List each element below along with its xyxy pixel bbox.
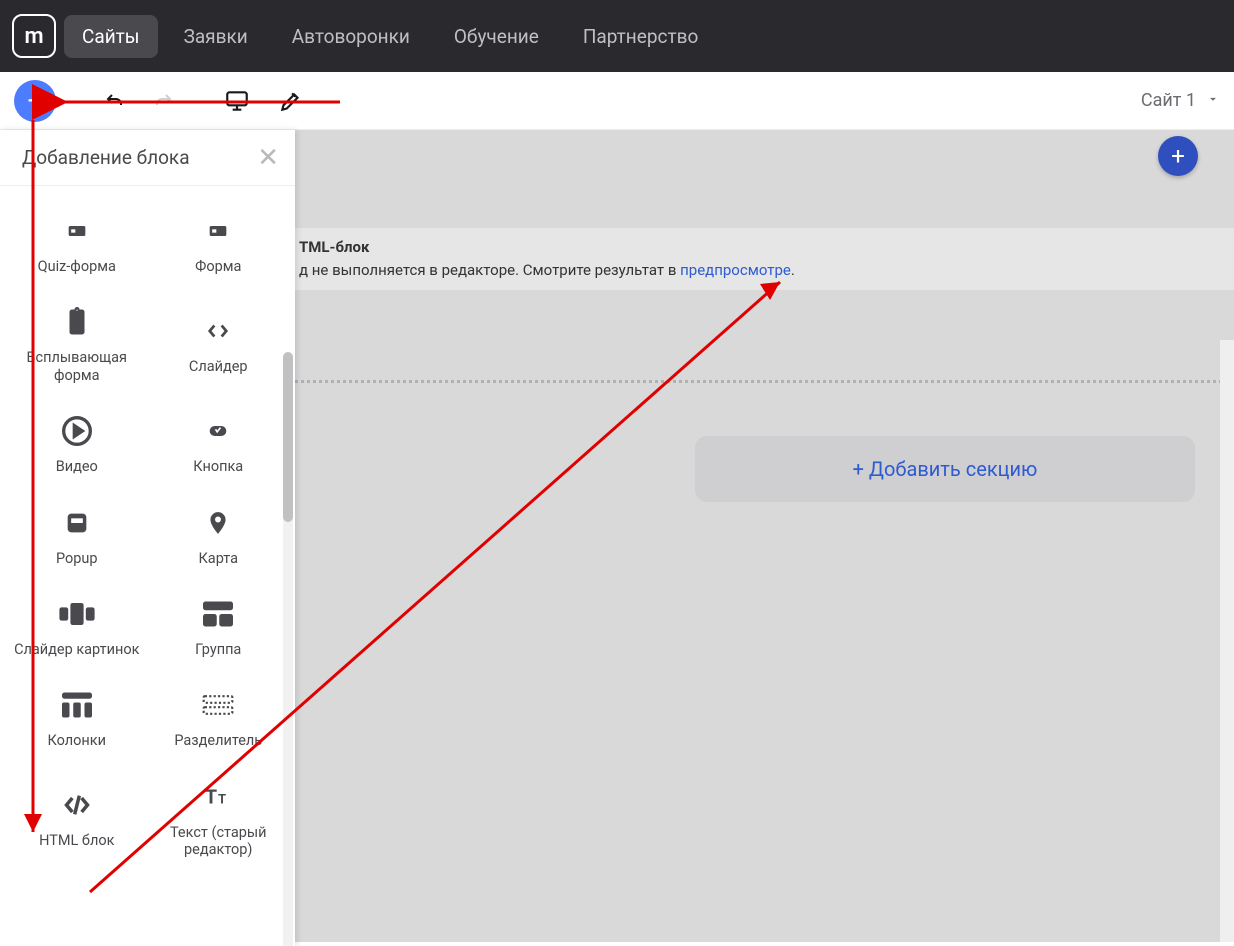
canvas-scrollbar[interactable]	[1220, 340, 1234, 942]
block-slider[interactable]: Слайдер	[148, 289, 290, 398]
site-selector[interactable]: Сайт 1	[1141, 90, 1220, 111]
section-divider	[295, 380, 1222, 383]
block-divider[interactable]: Разделитель	[148, 672, 290, 763]
divider-icon	[199, 686, 237, 724]
form-icon	[58, 212, 96, 250]
group-icon	[199, 595, 237, 633]
block-map[interactable]: Карта	[148, 490, 290, 581]
svg-text:T: T	[205, 785, 217, 808]
block-form[interactable]: Форма	[148, 198, 290, 289]
columns-icon	[58, 686, 96, 724]
editor-canvas[interactable]: + TML-блок д не выполняется в редакторе.…	[295, 130, 1234, 942]
block-label: Группа	[195, 641, 241, 658]
add-section-button[interactable]: + Добавить секцию	[695, 436, 1195, 502]
nav-label: Сайты	[82, 25, 140, 48]
button-icon	[199, 412, 237, 450]
block-label: Кнопка	[193, 458, 243, 475]
add-block-panel: Добавление блока ✕ Quiz-форма Форма Вспл…	[0, 130, 295, 946]
chevron-down-icon	[1206, 90, 1220, 111]
canvas-add-button[interactable]: +	[1158, 136, 1198, 176]
block-label: Карта	[198, 550, 238, 567]
nav-label: Заявки	[184, 25, 248, 48]
add-block-button[interactable]: +	[14, 80, 56, 122]
code-icon	[58, 786, 96, 824]
block-video[interactable]: Видео	[6, 398, 148, 489]
desktop-view-icon[interactable]	[222, 86, 252, 116]
block-label: Колонки	[47, 732, 106, 749]
block-group[interactable]: Группа	[148, 581, 290, 672]
nav-label: Обучение	[454, 25, 539, 48]
nav-item-sites[interactable]: Сайты	[64, 15, 158, 58]
text-icon: TT	[199, 778, 237, 816]
block-label: Видео	[56, 458, 98, 475]
editor-toolbar: + Сайт 1	[0, 72, 1234, 130]
nav-item-partnership[interactable]: Партнерство	[565, 15, 716, 58]
play-icon	[58, 412, 96, 450]
block-label: Форма	[195, 258, 241, 275]
block-label: HTML блок	[39, 832, 114, 849]
edit-style-icon[interactable]	[276, 86, 306, 116]
nav-item-requests[interactable]: Заявки	[166, 15, 266, 58]
nav-item-learning[interactable]: Обучение	[436, 15, 557, 58]
block-label: Слайдер	[189, 358, 248, 375]
logo[interactable]: m	[12, 14, 56, 58]
redo-icon[interactable]	[148, 86, 178, 116]
html-block-placeholder[interactable]: TML-блок д не выполняется в редакторе. С…	[295, 228, 1234, 290]
preview-link[interactable]: предпросмотре	[680, 261, 791, 279]
nav-label: Автоворонки	[292, 25, 410, 48]
block-label: Всплывающая форма	[10, 349, 144, 384]
block-label: Текст (старый редактор)	[152, 824, 286, 859]
block-popup[interactable]: Popup	[6, 490, 148, 581]
code-arrows-icon	[199, 312, 237, 350]
pin-icon	[199, 504, 237, 542]
block-image-slider[interactable]: Слайдер картинок	[6, 581, 148, 672]
html-block-text-end: .	[791, 261, 795, 279]
block-button[interactable]: Кнопка	[148, 398, 290, 489]
images-icon	[58, 595, 96, 633]
panel-header: Добавление блока ✕	[0, 130, 295, 186]
nav-label: Партнерство	[583, 25, 698, 48]
block-label: Popup	[56, 550, 98, 567]
close-icon[interactable]: ✕	[257, 143, 279, 173]
block-label: Разделитель	[174, 732, 262, 749]
block-label: Слайдер картинок	[14, 641, 139, 658]
svg-text:T: T	[218, 792, 226, 807]
add-section-label: + Добавить секцию	[853, 457, 1038, 481]
clipboard-icon	[58, 303, 96, 341]
undo-icon[interactable]	[100, 86, 130, 116]
logo-letter: m	[24, 24, 43, 49]
block-text-legacy[interactable]: TT Текст (старый редактор)	[148, 764, 290, 873]
popup-icon	[58, 504, 96, 542]
block-label: Quiz-форма	[38, 258, 116, 275]
site-selector-label: Сайт 1	[1141, 90, 1196, 111]
block-columns[interactable]: Колонки	[6, 672, 148, 763]
html-block-message: TML-блок д не выполняется в редакторе. С…	[299, 236, 795, 281]
top-nav: m Сайты Заявки Автоворонки Обучение Парт…	[0, 0, 1234, 72]
html-block-title: TML-блок	[299, 238, 369, 256]
panel-scroll[interactable]: Quiz-форма Форма Всплывающая форма Слайд…	[0, 186, 295, 946]
block-popup-form[interactable]: Всплывающая форма	[6, 289, 148, 398]
panel-title: Добавление блока	[22, 146, 190, 169]
html-block-text: д не выполняется в редакторе. Смотрите р…	[299, 261, 680, 279]
nav-item-funnels[interactable]: Автоворонки	[274, 15, 428, 58]
block-html[interactable]: HTML блок	[6, 764, 148, 873]
panel-scrollbar[interactable]	[283, 192, 293, 940]
form-icon	[199, 212, 237, 250]
block-quiz-form[interactable]: Quiz-форма	[6, 198, 148, 289]
